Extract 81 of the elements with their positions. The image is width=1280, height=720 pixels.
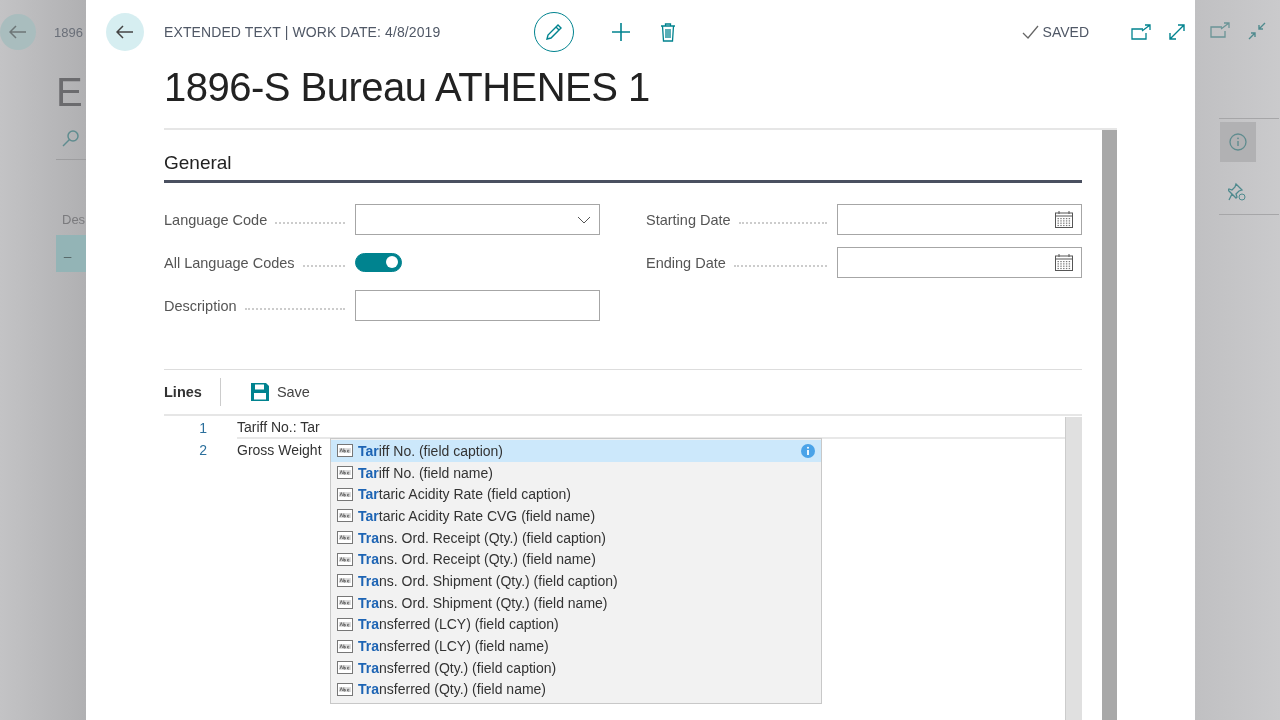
suggestion-item[interactable]: Trans. Ord. Shipment (Qty.) (field caption) (331, 570, 821, 592)
suggestion-text: Transferred (LCY) (field name) (358, 638, 550, 655)
suggestion-text: Trans. Ord. Receipt (Qty.) (field name) (358, 551, 597, 568)
text-field[interactable] (355, 290, 600, 321)
text-field-icon (337, 682, 353, 696)
suggestion-text: Tariff No. (field caption) (358, 442, 504, 459)
text-field-icon (337, 552, 353, 566)
date-field[interactable] (837, 247, 1082, 278)
toggle-switch[interactable] (355, 253, 402, 272)
suggestion-item[interactable]: Transferred (LCY) (field name) (331, 635, 821, 657)
popout-icon (1131, 24, 1151, 40)
back-arrow-icon (9, 25, 27, 39)
column-header: Des (62, 212, 86, 227)
suggestion-text: Transferred (Qty.) (field caption) (358, 659, 558, 676)
text-field-icon (337, 509, 353, 523)
text-field-icon (337, 444, 353, 458)
pin-icon[interactable] (1227, 182, 1248, 202)
breadcrumb: 1896 (54, 24, 83, 40)
page-caption: EXTENDED TEXT | WORK DATE: 4/8/2019 (164, 24, 442, 40)
suggestion-item[interactable]: Transferred (Qty.) (field name) (331, 678, 821, 701)
expand-icon (1168, 23, 1186, 41)
info-button[interactable] (1220, 122, 1256, 162)
text-field-icon (337, 574, 353, 588)
line-text[interactable]: Gross Weight (237, 440, 322, 460)
record-title: 1896-S Bureau ATHENES 1 (164, 65, 651, 110)
suggestion-text: Trans. Ord. Shipment (Qty.) (field caption) (358, 572, 619, 589)
scrollbar[interactable] (1102, 130, 1117, 720)
checkmark-icon (1021, 25, 1039, 39)
search-icon[interactable] (62, 129, 80, 147)
suggestion-text: Trans. Ord. Receipt (Qty.) (field caption) (358, 529, 607, 546)
calendar-icon (1055, 254, 1073, 271)
back-button[interactable] (106, 13, 144, 51)
suggestion-item[interactable]: Transferred (LCY) (field caption) (331, 613, 821, 636)
popout-icon[interactable] (1209, 22, 1230, 38)
text-field-icon (337, 617, 353, 631)
info-icon (1229, 133, 1247, 151)
suggestion-item[interactable]: Tariff No. (field caption) (331, 440, 821, 462)
field-label: Language Code (164, 211, 268, 228)
calendar-icon (1055, 211, 1073, 228)
save-button[interactable]: Save (250, 383, 310, 401)
suggestion-item[interactable]: Trans. Ord. Receipt (Qty.) (field caption) (331, 526, 821, 549)
suggestion-text: Tariff No. (field name) (358, 464, 494, 481)
scrollbar[interactable] (1065, 417, 1082, 720)
suggestion-text: Transferred (Qty.) (field name) (358, 681, 548, 698)
edit-button[interactable] (534, 12, 574, 52)
suggestion-text: Transferred (LCY) (field caption) (358, 616, 560, 633)
suggestion-item[interactable]: Transferred (Qty.) (field caption) (331, 656, 821, 679)
section-heading: General (164, 152, 232, 173)
suggestion-text: Tartaric Acidity Rate CVG (field name) (358, 507, 597, 524)
pencil-icon (545, 23, 563, 41)
back-button[interactable] (0, 14, 36, 50)
line-number: 1 (198, 420, 207, 436)
language-code-dropdown[interactable] (355, 204, 600, 235)
text-field-icon (337, 661, 353, 675)
suggestion-item[interactable]: Trans. Ord. Shipment (Qty.) (field name) (331, 591, 821, 614)
field-label: Description (164, 297, 237, 314)
line-number: 2 (198, 442, 207, 458)
suggestion-item[interactable]: Tartaric Acidity Rate (field caption) (331, 483, 821, 506)
text-field-icon (337, 487, 353, 501)
plus-icon (611, 22, 631, 42)
suggestion-text: Trans. Ord. Shipment (Qty.) (field name) (358, 594, 609, 611)
field-label: All Language Codes (164, 254, 295, 271)
suggestion-item[interactable]: Tariff No. (field name) (331, 461, 821, 484)
trash-icon (660, 22, 676, 42)
text-field-icon (337, 596, 353, 610)
collapse-icon[interactable] (1247, 22, 1266, 40)
info-icon[interactable] (801, 443, 815, 458)
page-title: E (56, 70, 84, 115)
suggestion-item[interactable]: Tartaric Acidity Rate CVG (field name) (331, 505, 821, 527)
text-field-icon (337, 639, 353, 653)
text-field-icon (337, 531, 353, 545)
field-label: Ending Date (646, 254, 726, 271)
chevron-down-icon (577, 215, 591, 224)
back-arrow-icon (116, 25, 134, 39)
saved-status: SAVED (1042, 24, 1089, 40)
lines-heading: Lines (164, 378, 221, 406)
date-field[interactable] (837, 204, 1082, 235)
text-field-icon (337, 466, 353, 480)
suggestion-text: Tartaric Acidity Rate (field caption) (358, 486, 572, 503)
suggestion-item[interactable]: Trans. Ord. Receipt (Qty.) (field name) (331, 548, 821, 571)
field-label: Starting Date (646, 211, 731, 228)
